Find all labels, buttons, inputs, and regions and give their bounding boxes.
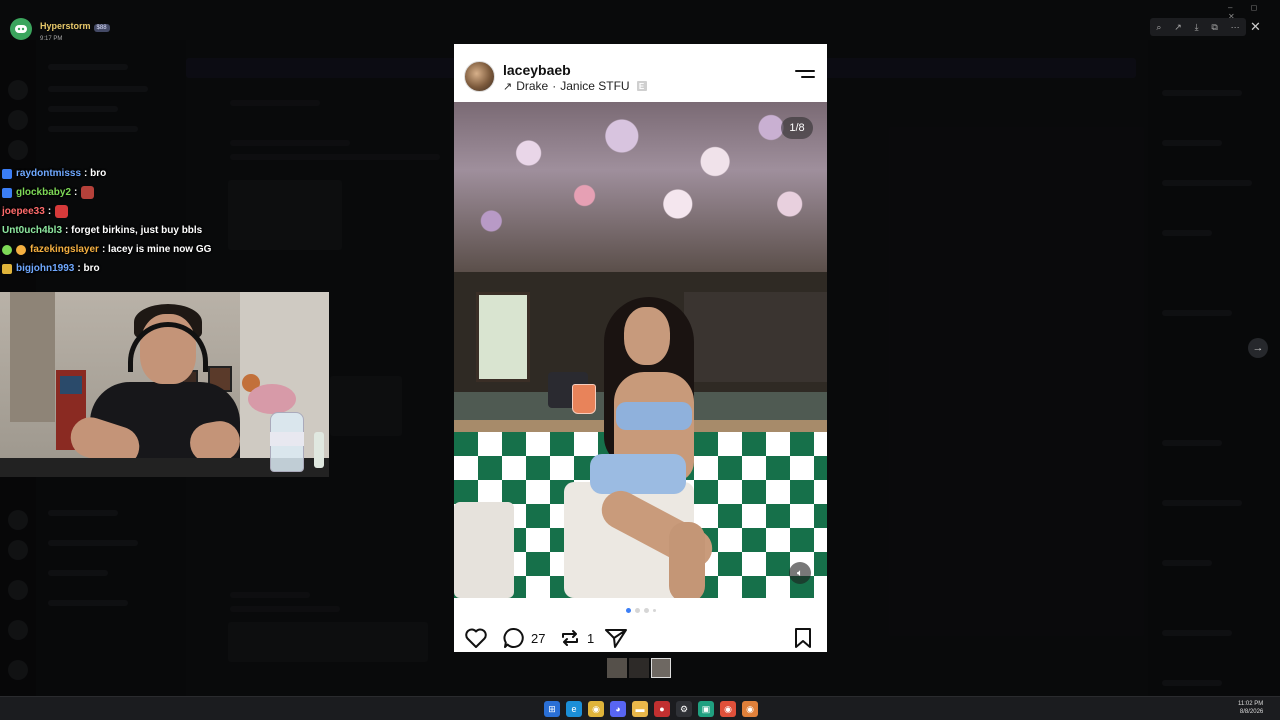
more-icon[interactable]: ⋯: [1231, 22, 1240, 33]
prime-badge-icon: [2, 187, 12, 198]
avatar[interactable]: [464, 61, 495, 92]
comment-icon: [503, 628, 524, 648]
chat-username: glockbaby2: [16, 187, 72, 198]
song-separator: ·: [552, 79, 557, 93]
save-button[interactable]: [793, 627, 813, 649]
chat-username: raydontmisss: [16, 168, 82, 179]
chat-text: : bro: [77, 263, 100, 274]
share-icon[interactable]: ↗: [1174, 22, 1182, 33]
post-photo[interactable]: 1/8 🔈︎: [454, 102, 827, 598]
post-actions: 27 1: [454, 624, 827, 652]
chat-message: glockbaby2 :: [2, 183, 332, 202]
instagram-post: laceybaeb ↗ Drake · Janice STFU E 1/8 🔈︎…: [454, 44, 827, 652]
webcam-feed: [0, 292, 329, 477]
menu-icon[interactable]: [795, 70, 815, 82]
arrow-icon: ↗: [503, 80, 513, 93]
chat-message: Unt0uch4bl3 : forget birkins, just buy b…: [2, 221, 332, 240]
comment-count: 27: [531, 630, 546, 646]
chat-text: : lacey is mine now GG: [101, 244, 212, 255]
desktop: – ◻ ✕ Hyperstorm $88 9:17 PM ⌕ ↗ ⤓ ⧉ ⋯ ✕ …: [0, 0, 1280, 720]
clock-date: 8/8/2026: [1239, 709, 1264, 715]
send-icon: [605, 629, 627, 648]
windows-start-icon[interactable]: ⊞: [544, 701, 560, 717]
volume-icon[interactable]: 🔈︎: [789, 562, 811, 584]
chat-message: raydontmisss : bro: [2, 164, 332, 183]
chat-username: bigjohn1993: [16, 263, 75, 274]
next-image-icon[interactable]: →: [1248, 338, 1268, 358]
image-counter: 1/8: [781, 117, 813, 139]
chat-username: fazekingslayer: [30, 244, 99, 255]
taskbar: ⊞ e ◉ ◕ ▬ ● ⚙ ▣ ◉ ◉ 11:02 PM 8/8/2026: [0, 696, 1280, 720]
heart-icon: [465, 628, 487, 648]
chat-text: : forget birkins, just buy bbls: [65, 225, 203, 236]
bookmark-icon: [795, 628, 811, 648]
clock-time: 11:02 PM: [1238, 701, 1264, 707]
app-icon[interactable]: ▣: [698, 701, 714, 717]
chat-text: :: [74, 187, 78, 198]
file-explorer-icon[interactable]: ▬: [632, 701, 648, 717]
settings-icon[interactable]: ⚙: [676, 701, 692, 717]
notification-time: 9:17 PM: [40, 36, 63, 42]
zoom-icon[interactable]: ⌕: [1156, 22, 1161, 33]
discord-icon[interactable]: ◕: [610, 701, 626, 717]
prime-badge-icon: [2, 168, 12, 179]
sub-badge-icon: [2, 263, 12, 274]
edge-icon[interactable]: e: [566, 701, 582, 717]
chat-username: Unt0uch4bl3: [2, 225, 63, 236]
comment-button[interactable]: 27: [503, 627, 545, 649]
stream-chat: raydontmisss : bro glockbaby2 : joepee33…: [2, 164, 332, 278]
explicit-badge: E: [636, 81, 647, 91]
post-header: laceybaeb ↗ Drake · Janice STFU E: [454, 44, 827, 102]
chrome-icon[interactable]: ◉: [588, 701, 604, 717]
discord-icon: [10, 18, 32, 40]
chat-message: joepee33 :: [2, 202, 332, 221]
obs-icon[interactable]: ●: [654, 701, 670, 717]
chrome-icon[interactable]: ◉: [742, 701, 758, 717]
post-username[interactable]: laceybaeb: [503, 62, 571, 78]
like-button[interactable]: [464, 627, 488, 649]
repost-icon: [562, 630, 578, 646]
chat-text: : bro: [84, 168, 107, 179]
image-thumbnails[interactable]: [607, 658, 671, 678]
download-icon[interactable]: ⤓: [1195, 22, 1199, 33]
carousel-dots: [454, 608, 827, 613]
chat-message: fazekingslayer : lacey is mine now GG: [2, 240, 332, 259]
discord-notification: Hyperstorm $88 9:17 PM: [10, 16, 110, 42]
song-title: Janice STFU: [560, 79, 630, 93]
open-external-icon[interactable]: ⧉: [1211, 22, 1217, 33]
taskbar-apps: ⊞ e ◉ ◕ ▬ ● ⚙ ▣ ◉ ◉: [544, 701, 758, 717]
system-clock[interactable]: 11:02 PM 8/8/2026: [1238, 700, 1263, 716]
streamer-name: Hyperstorm: [40, 21, 91, 31]
share-button[interactable]: [604, 627, 628, 649]
viewer-toolbar: ⌕ ↗ ⤓ ⧉ ⋯: [1150, 18, 1246, 36]
emote-icon: [81, 186, 95, 199]
repost-count: 1: [587, 630, 595, 646]
chat-username: joepee33: [2, 206, 45, 217]
chat-text: :: [47, 206, 52, 217]
gift-badge-icon: [16, 244, 26, 255]
chat-message: bigjohn1993 : bro: [2, 259, 332, 278]
emote-icon: [55, 205, 69, 218]
repost-button[interactable]: 1: [559, 627, 594, 649]
song-artist: Drake: [516, 79, 549, 93]
sub-badge: $88: [93, 24, 110, 32]
chrome-icon[interactable]: ◉: [720, 701, 736, 717]
close-viewer-icon[interactable]: ✕: [1250, 19, 1261, 35]
verified-badge-icon: [2, 244, 12, 255]
song-info[interactable]: ↗ Drake · Janice STFU E: [503, 79, 647, 93]
